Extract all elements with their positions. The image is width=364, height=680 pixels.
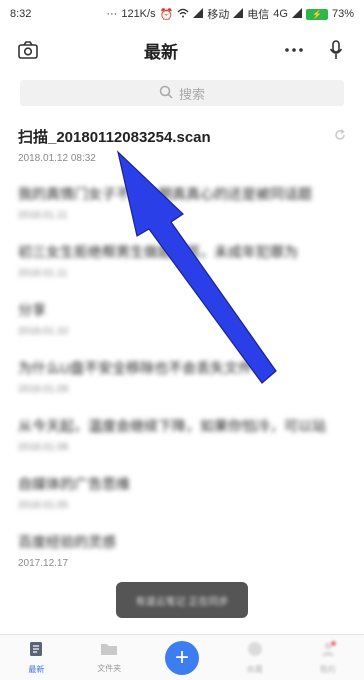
status-time: 8:32 [10,8,32,20]
microphone-icon[interactable] [322,36,350,64]
document-title: 自媒体的广告思维 [18,476,130,492]
carrier-2: 电信 [247,9,270,21]
status-indicators: ··· 121K/s ⏰ 移动 电信 4G ⚡ 73% [106,6,354,22]
document-date: 2018.01.09 [18,384,69,395]
document-title: 从今天起，温度会继续下降，如果你怕冷，可以站 [18,418,326,434]
create-note-button[interactable]: + [152,640,212,675]
document-date: 2018.01.10 [18,326,69,337]
folder-icon [100,642,118,661]
search-input[interactable]: 搜索 [20,80,344,106]
document-date: 2018.01.08 [18,442,69,453]
toast-text: 有道云笔记 正在同步 [135,596,229,608]
network-type: 4G [273,8,288,20]
alarm-icon: ⏰ [159,8,174,21]
more-options-icon[interactable] [280,36,308,64]
document-date: 2018.01.11 [18,210,68,221]
document-date: 2018.01.05 [18,500,69,511]
tab-label: 我的 [319,664,336,674]
tab-profile[interactable]: 我的 [298,640,358,675]
app-bar: 最新 [0,28,364,72]
bottom-tab-bar: 最新 文件夹 + 收藏 我的 [0,634,364,680]
list-item[interactable]: 初三女生拒绝帮男生做题被骂，未成年犯罪为 2018.01.11 [0,234,364,292]
signal-icon [233,7,244,21]
signal-icon [193,7,204,21]
tab-latest[interactable]: 最新 [6,641,66,675]
search-icon [159,85,173,102]
tab-label: 最新 [28,664,45,674]
list-item[interactable]: 分享 2018.01.10 [0,292,364,350]
document-date: 2018.01.11 [18,268,68,279]
status-bar: 8:32 ··· 121K/s ⏰ 移动 电信 4G ⚡ 73% [0,0,364,28]
wifi-icon [177,8,189,21]
profile-icon [320,640,336,662]
document-date: 2018.01.12 08:32 [18,153,96,164]
document-title: 百度经验的灵感 [18,534,116,550]
tab-favorites[interactable]: 收藏 [225,641,285,675]
list-item[interactable]: 为什么U盘不安全移除也不会丢失文件? 2018.01.09 [0,350,364,408]
camera-icon[interactable] [14,36,42,64]
document-date: 2017.12.17 [18,558,69,569]
page-title: 最新 [144,42,178,62]
document-title: 我的真情门女子不如一期真真心的还是被同话题 [18,186,312,202]
tab-label: 收藏 [246,664,263,674]
plus-icon: + [164,640,199,675]
tab-folders[interactable]: 文件夹 [79,642,139,674]
list-item[interactable]: 自媒体的广告思维 2018.01.05 [0,466,364,524]
network-speed: 121K/s [121,8,156,20]
document-title: 为什么U盘不安全移除也不会丢失文件? [18,360,260,376]
star-icon [247,641,263,662]
battery-level: 73% [331,8,354,20]
search-placeholder: 搜索 [178,86,205,102]
document-list: 扫描_20180112083254.scan 2018.01.12 08:32 … [0,118,364,574]
list-item[interactable]: 百度经验的灵感 2017.12.17 [0,524,364,574]
list-item[interactable]: 我的真情门女子不如一期真真心的还是被同话题 2018.01.11 [0,176,364,234]
document-title: 分享 [18,302,46,318]
more-dots-icon: ··· [106,8,118,20]
battery-icon: ⚡ [305,8,328,20]
document-icon [29,641,43,662]
document-title: 扫描_20180112083254.scan [18,129,211,146]
list-item[interactable]: 从今天起，温度会继续下降，如果你怕冷，可以站 2018.01.08 [0,408,364,466]
document-title: 初三女生拒绝帮男生做题被骂，未成年犯罪为 [18,244,298,260]
tab-label: 文件夹 [97,663,122,673]
sync-toast: 有道云笔记 正在同步 [116,582,248,618]
carrier-1: 移动 [207,9,230,21]
signal-icon [291,7,302,21]
list-item[interactable]: 扫描_20180112083254.scan 2018.01.12 08:32 [0,118,364,176]
sync-icon[interactable] [334,128,346,146]
